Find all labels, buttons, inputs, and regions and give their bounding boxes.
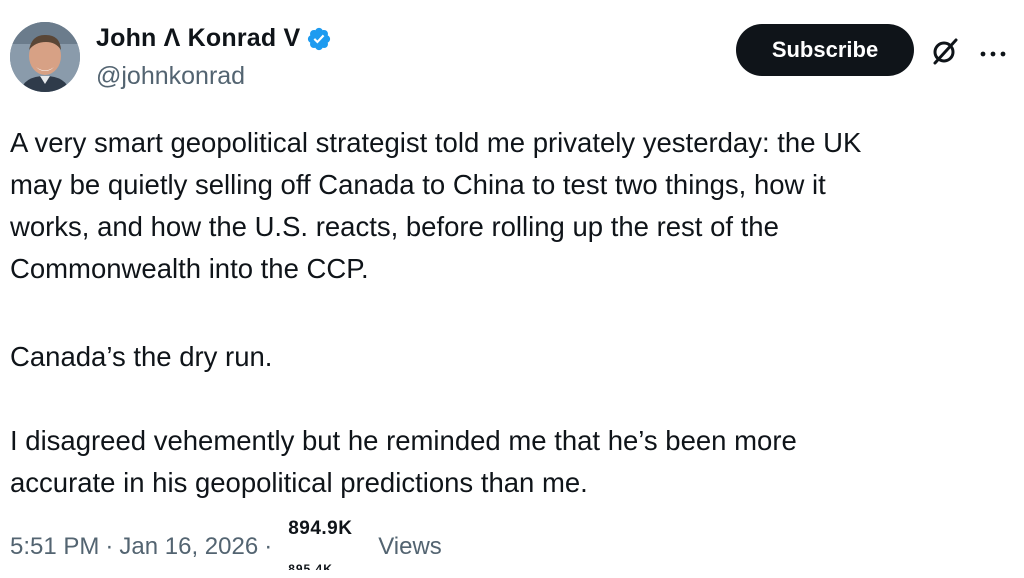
tweet-line: I disagreed vehemently but he reminded m…	[10, 425, 797, 456]
author-name-row: John Λ Konrad V	[96, 24, 332, 53]
verified-badge-icon[interactable]	[306, 26, 332, 52]
meta-separator: ·	[105, 533, 114, 560]
tweet-paragraph-1: A very smart geopolitical strategist tol…	[10, 122, 861, 290]
tweet-time[interactable]: 5:51 PM	[10, 533, 99, 561]
author-avatar[interactable]	[10, 22, 80, 92]
author-handle[interactable]: @johnkonrad	[96, 62, 245, 91]
grok-icon[interactable]	[930, 36, 960, 66]
tweet-line: Commonwealth into the CCP.	[10, 253, 369, 284]
avatar-photo-icon	[10, 22, 80, 92]
views-label: Views	[378, 533, 442, 560]
tweet-card: John Λ Konrad V @johnkonrad Subscribe A …	[0, 0, 1024, 578]
more-options-icon[interactable]	[978, 46, 1008, 57]
tweet-meta: 5:51 PM · Jan 16, 2026 · 894.9K 895.4K V…	[10, 518, 442, 570]
tweet-line: A very smart geopolitical strategist tol…	[10, 127, 862, 158]
author-display-name[interactable]: John Λ Konrad V	[96, 24, 300, 53]
views-count-rolling: 895.4K	[288, 562, 333, 570]
views-count: 894.9K	[288, 518, 353, 539]
meta-separator: ·	[264, 533, 273, 560]
subscribe-button[interactable]: Subscribe	[736, 24, 914, 76]
tweet-paragraph-3: I disagreed vehemently but he reminded m…	[10, 420, 797, 504]
tweet-line: accurate in his geopolitical predictions…	[10, 467, 588, 498]
tweet-line: Canada’s the dry run.	[10, 341, 273, 372]
tweet-line: may be quietly selling off Canada to Chi…	[10, 169, 826, 200]
tweet-line: works, and how the U.S. reacts, before r…	[10, 211, 779, 242]
tweet-paragraph-2: Canada’s the dry run.	[10, 336, 272, 378]
tweet-date[interactable]: Jan 16, 2026	[119, 533, 258, 561]
views-counter: 894.9K 895.4K	[284, 518, 376, 570]
